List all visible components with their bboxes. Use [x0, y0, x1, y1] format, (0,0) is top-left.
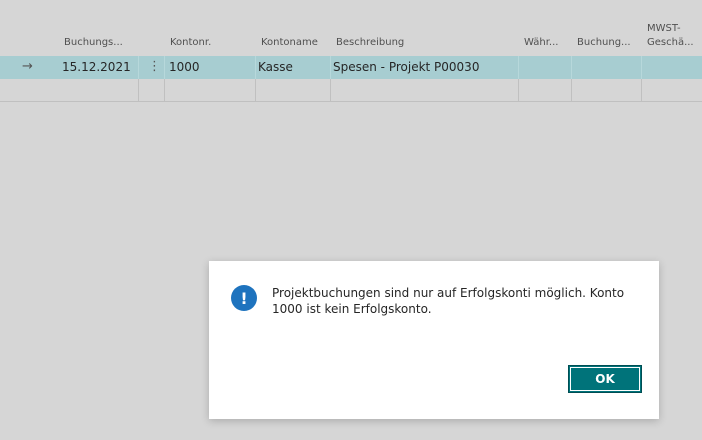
table-row[interactable]: → 15.12.2021 ⋮ 1000 Kasse Spesen - Proje…: [0, 56, 702, 79]
cell-divider: [164, 79, 165, 101]
cell-divider: [571, 79, 572, 101]
column-header-description[interactable]: Beschreibung: [336, 36, 404, 50]
exclamation-icon: !: [231, 285, 257, 311]
arrow-right-icon: →: [22, 59, 33, 74]
table-row-empty[interactable]: [0, 79, 702, 102]
cell-divider: [641, 56, 642, 79]
journal-lines-grid: Buchungs... Kontonr. Kontoname Beschreib…: [0, 0, 702, 102]
cell-divider: [571, 56, 572, 79]
cell-divider: [518, 56, 519, 79]
column-header-vat-line2[interactable]: Geschä...: [647, 36, 694, 50]
column-header-currency[interactable]: Währ...: [524, 36, 558, 50]
cell-divider: [164, 56, 165, 79]
error-dialog: ! Projektbuchungen sind nur auf Erfolgsk…: [209, 261, 659, 419]
column-header-vat-line1[interactable]: MWST-: [647, 22, 681, 36]
cell-divider: [138, 56, 139, 79]
cell-description[interactable]: Spesen - Projekt P00030: [333, 60, 479, 74]
more-vertical-icon[interactable]: ⋮: [148, 59, 161, 74]
column-header-account-name[interactable]: Kontoname: [261, 36, 318, 50]
cell-posting-date[interactable]: 15.12.2021: [62, 60, 131, 74]
cell-divider: [138, 79, 139, 101]
dialog-message: Projektbuchungen sind nur auf Erfolgskon…: [272, 286, 625, 316]
cell-account-name[interactable]: Kasse: [258, 60, 293, 74]
ok-button[interactable]: OK: [568, 365, 642, 393]
grid-header: Buchungs... Kontonr. Kontoname Beschreib…: [0, 0, 702, 56]
cell-divider: [518, 79, 519, 101]
cell-divider: [641, 79, 642, 101]
cell-divider: [255, 79, 256, 101]
cell-divider: [255, 56, 256, 79]
cell-account-no[interactable]: 1000: [169, 60, 200, 74]
cell-divider: [330, 56, 331, 79]
cell-divider: [330, 79, 331, 101]
column-header-account-no[interactable]: Kontonr.: [170, 36, 211, 50]
column-header-posting-date[interactable]: Buchungs...: [64, 36, 123, 50]
column-header-posting[interactable]: Buchung...: [577, 36, 631, 50]
